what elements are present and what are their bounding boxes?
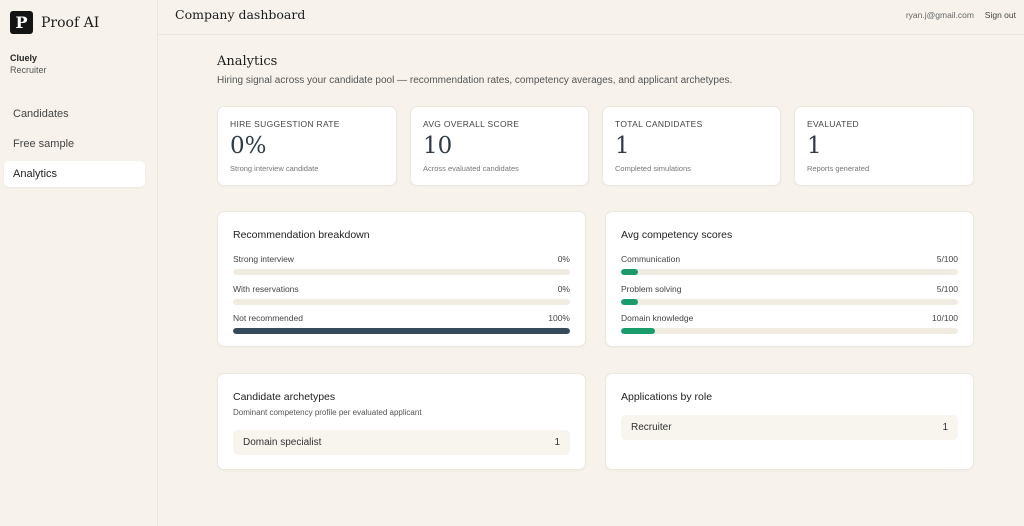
competency-card: Avg competency scores Communication 5/10…: [605, 211, 974, 347]
org-info: Cluely Recruiter: [10, 53, 47, 75]
card-title: Applications by role: [621, 391, 713, 403]
topbar: Company dashboard ryan.j@gmail.com Sign …: [158, 0, 1024, 35]
stat-value: 10: [423, 133, 453, 159]
bar-value: 100%: [548, 313, 570, 323]
recommendation-card: Recommendation breakdown Strong intervie…: [217, 211, 586, 347]
roles-card: Applications by role Recruiter 1: [605, 373, 974, 470]
sidebar-item-candidates[interactable]: Candidates: [4, 101, 145, 127]
bar-label: Strong interview: [233, 254, 294, 264]
list-item-count: 1: [554, 437, 560, 448]
competency-row: Domain knowledge 10/100: [621, 313, 958, 334]
bar-fill: [621, 299, 638, 305]
bar-value: 0%: [557, 284, 570, 294]
archetypes-card: Candidate archetypes Dominant competency…: [217, 373, 586, 470]
bar-fill: [621, 328, 655, 334]
bar-value: 5/100: [936, 254, 958, 264]
sign-out-button[interactable]: Sign out: [985, 10, 1016, 20]
main-content: Analytics Hiring signal across your cand…: [217, 54, 974, 86]
page-title: Analytics: [217, 54, 278, 69]
stat-label: AVG OVERALL SCORE: [423, 119, 520, 129]
sidebar-item-analytics[interactable]: Analytics: [4, 161, 145, 187]
bar-fill: [621, 269, 638, 275]
org-name: Cluely: [10, 53, 38, 63]
stat-card-evaluated: EVALUATED 1 Reports generated: [794, 106, 974, 186]
stat-label: TOTAL CANDIDATES: [615, 119, 703, 129]
stat-card-hire-rate: HIRE SUGGESTION RATE 0% Strong interview…: [217, 106, 397, 186]
stat-note: Across evaluated candidates: [423, 164, 519, 173]
brand-logo-icon: P: [10, 11, 33, 34]
stat-note: Completed simulations: [615, 164, 691, 173]
bar-track: [621, 269, 958, 275]
competency-row: Problem solving 5/100: [621, 284, 958, 305]
bar-fill: [233, 328, 570, 334]
sidebar-nav: Candidates Free sample Analytics: [4, 101, 145, 191]
bar-track: [621, 299, 958, 305]
page-header-title: Company dashboard: [175, 7, 306, 22]
bar-track: [621, 328, 958, 334]
page-subtitle: Hiring signal across your candidate pool…: [217, 75, 733, 86]
recommendation-row: With reservations 0%: [233, 284, 570, 305]
stat-value: 1: [807, 133, 822, 159]
bar-value: 10/100: [932, 313, 958, 323]
bar-label: Domain knowledge: [621, 313, 694, 323]
card-title: Avg competency scores: [621, 229, 733, 241]
stat-label: EVALUATED: [807, 119, 859, 129]
stat-note: Reports generated: [807, 164, 870, 173]
stat-label: HIRE SUGGESTION RATE: [230, 119, 340, 129]
bar-value: 5/100: [936, 284, 958, 294]
bar-value: 0%: [557, 254, 570, 264]
sidebar: P Proof AI Cluely Recruiter Candidates F…: [0, 0, 158, 526]
recommendation-row: Not recommended 100%: [233, 313, 570, 334]
bar-label: With reservations: [233, 284, 299, 294]
brand[interactable]: P Proof AI: [10, 11, 99, 34]
list-item-count: 1: [942, 422, 948, 433]
card-title: Candidate archetypes: [233, 391, 336, 403]
bar-track: [233, 299, 570, 305]
org-role: Recruiter: [10, 65, 47, 75]
bar-label: Not recommended: [233, 313, 303, 323]
card-title: Recommendation breakdown: [233, 229, 370, 241]
stat-value: 1: [615, 133, 630, 159]
card-subtitle: Dominant competency profile per evaluate…: [233, 408, 422, 417]
bar-label: Communication: [621, 254, 681, 264]
stat-card-avg-score: AVG OVERALL SCORE 10 Across evaluated ca…: [410, 106, 589, 186]
user-email: ryan.j@gmail.com: [905, 10, 974, 20]
list-item-label: Recruiter: [631, 422, 672, 433]
bar-track: [233, 328, 570, 334]
stat-value: 0%: [230, 133, 267, 159]
bar-label: Problem solving: [621, 284, 682, 294]
list-item-label: Domain specialist: [243, 437, 322, 448]
stat-card-total-candidates: TOTAL CANDIDATES 1 Completed simulations: [602, 106, 781, 186]
list-item[interactable]: Domain specialist 1: [233, 430, 570, 455]
brand-name: Proof AI: [41, 14, 100, 31]
bar-track: [233, 269, 570, 275]
recommendation-row: Strong interview 0%: [233, 254, 570, 275]
list-item[interactable]: Recruiter 1: [621, 415, 958, 440]
competency-row: Communication 5/100: [621, 254, 958, 275]
sidebar-item-free-sample[interactable]: Free sample: [4, 131, 145, 157]
stat-note: Strong interview candidate: [230, 164, 319, 173]
